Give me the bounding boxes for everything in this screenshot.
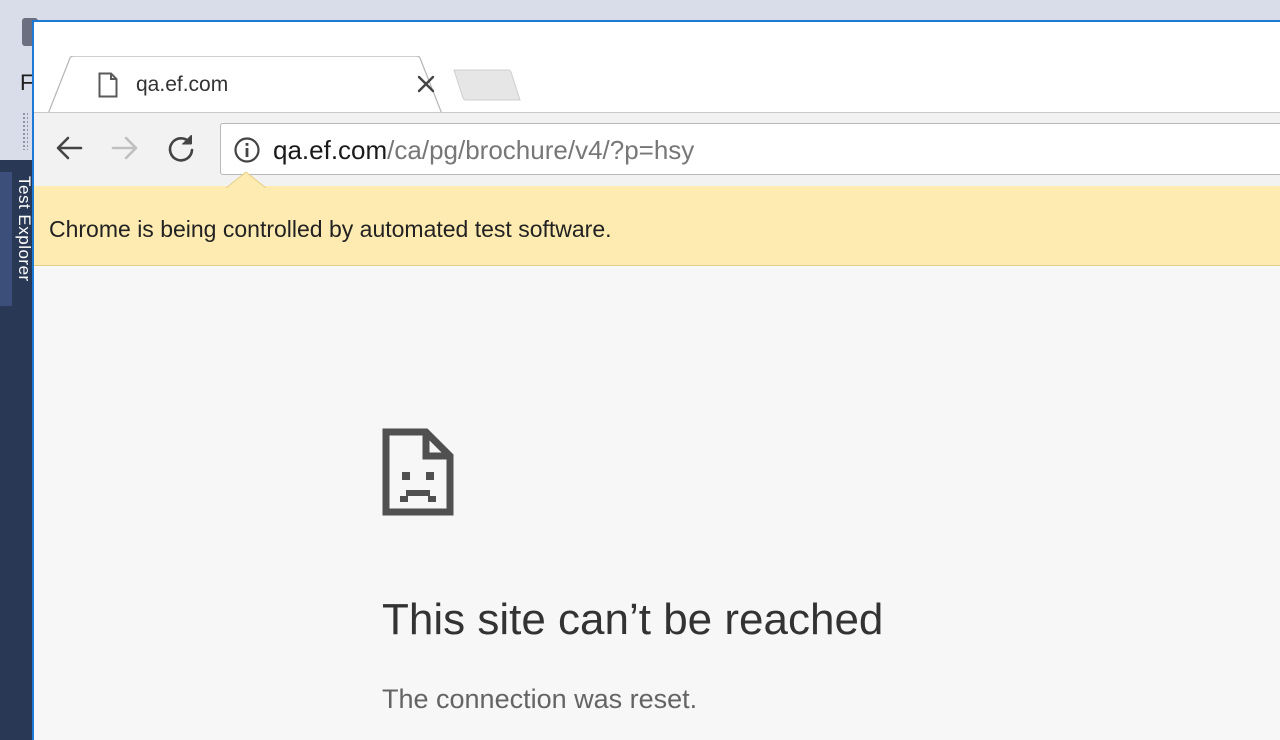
page-icon (98, 72, 118, 98)
forward-button[interactable] (108, 131, 142, 165)
url-text[interactable]: qa.ef.com/ca/pg/brochure/v4/?p=hsy (273, 134, 694, 166)
new-tab-button[interactable] (452, 68, 522, 102)
error-title: This site can’t be reached (382, 595, 884, 644)
browser-tab[interactable]: qa.ef.com (48, 56, 442, 114)
infobar-message: Chrome is being controlled by automated … (49, 216, 612, 242)
arrow-left-icon (56, 136, 83, 160)
infobar-pointer (226, 172, 266, 188)
ide-sidebar-tab[interactable] (0, 172, 12, 306)
tab-strip: qa.ef.com (34, 22, 1280, 114)
browser-window: qa.ef.com qa.ef.com/ca/pg/brochure/v4/?p… (32, 20, 1280, 740)
error-subtitle: The connection was reset. (382, 684, 698, 714)
tab-title: qa.ef.com (136, 73, 229, 96)
url-host: qa.ef.com (273, 135, 388, 165)
url-path: /ca/pg/brochure/v4/?p=hsy (387, 135, 695, 165)
info-icon[interactable] (233, 136, 261, 164)
sad-page-icon (382, 428, 454, 516)
toolbar-grip[interactable] (22, 112, 28, 150)
error-page: This site can’t be reached The connectio… (34, 266, 1280, 740)
address-bar[interactable]: qa.ef.com/ca/pg/brochure/v4/?p=hsy (220, 123, 1280, 175)
back-button[interactable] (52, 131, 86, 165)
arrow-right-icon (111, 136, 138, 160)
reload-icon (168, 135, 194, 162)
browser-toolbar: qa.ef.com/ca/pg/brochure/v4/?p=hsy (34, 112, 1280, 186)
close-icon[interactable] (414, 72, 438, 96)
test-explorer-tab-label[interactable]: Test Explorer (14, 176, 34, 282)
reload-button[interactable] (164, 131, 198, 165)
automation-infobar: Chrome is being controlled by automated … (34, 172, 1280, 266)
